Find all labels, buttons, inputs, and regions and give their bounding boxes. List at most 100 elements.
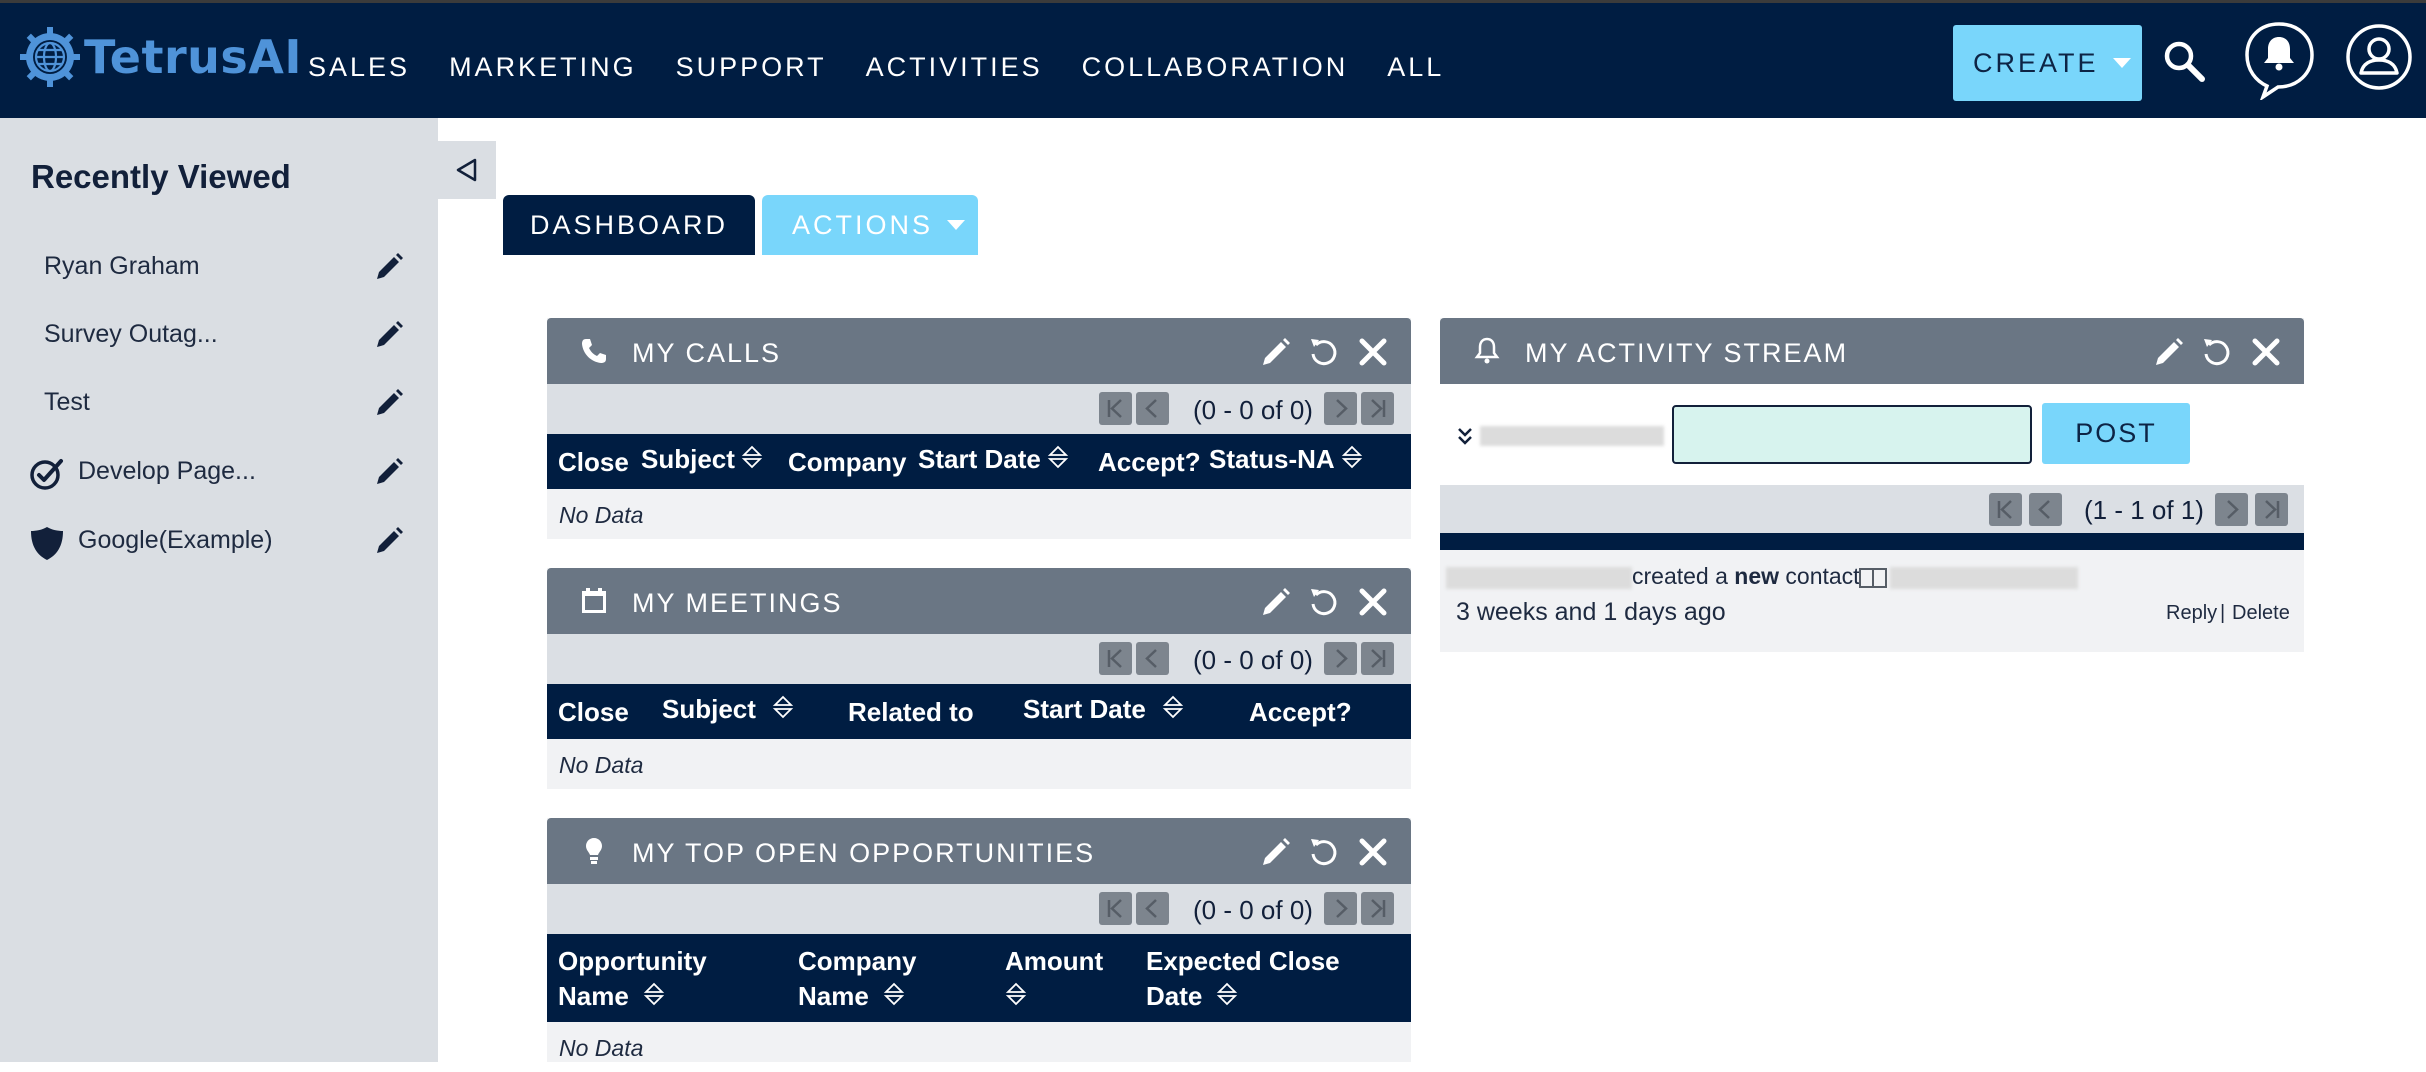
last-page-icon[interactable] — [2255, 493, 2288, 526]
pencil-edit-icon[interactable] — [1260, 586, 1292, 618]
nav-item-all[interactable]: ALL — [1387, 42, 1444, 83]
pencil-edit-icon[interactable] — [374, 457, 404, 487]
last-page-icon[interactable] — [1361, 892, 1394, 925]
next-page-icon[interactable] — [1324, 642, 1357, 675]
refresh-icon[interactable] — [1308, 836, 1340, 868]
tab-actions[interactable]: ACTIONS — [762, 195, 978, 255]
nav-item-sales[interactable]: SALES — [308, 42, 410, 83]
column-header-accept[interactable]: Accept? — [1249, 697, 1352, 728]
pencil-edit-icon[interactable] — [1260, 836, 1292, 868]
column-header-company-name[interactable]: Company Name — [798, 944, 916, 1014]
last-page-icon[interactable] — [1361, 392, 1394, 425]
column-header-subject[interactable]: Subject — [662, 694, 794, 725]
brand-logo[interactable]: TetrusAI — [18, 25, 302, 89]
link-separator: | — [2220, 602, 2226, 624]
first-page-icon[interactable] — [1099, 392, 1132, 425]
column-header-subject[interactable]: Subject — [641, 444, 763, 475]
reply-link[interactable]: Reply — [2166, 602, 2217, 625]
user-profile-icon[interactable] — [2345, 23, 2413, 91]
recent-item-survey-outage[interactable]: Survey Outag... — [0, 306, 438, 366]
search-icon[interactable] — [2162, 39, 2206, 83]
column-label-line1: Amount — [1005, 946, 1104, 976]
column-header-company[interactable]: Company — [788, 447, 906, 478]
column-header-status-na[interactable]: Status-NA — [1209, 444, 1363, 475]
activity-post-input[interactable] — [1672, 405, 2032, 464]
recent-item-google-example[interactable]: Google(Example) — [0, 512, 438, 572]
sort-icon[interactable] — [1005, 981, 1027, 1007]
pencil-edit-icon[interactable] — [374, 252, 404, 282]
lightbulb-icon — [586, 838, 602, 864]
delete-link[interactable]: Delete — [2232, 602, 2290, 625]
close-icon[interactable] — [1357, 836, 1389, 868]
sort-icon[interactable] — [772, 694, 794, 720]
notification-bell-icon[interactable] — [2243, 20, 2316, 100]
dashlet-title: MY MEETINGS — [632, 588, 843, 618]
previous-page-icon[interactable] — [1136, 892, 1169, 925]
tab-dashboard[interactable]: DASHBOARD — [503, 195, 755, 255]
pencil-edit-icon[interactable] — [1260, 336, 1292, 368]
column-header-start-date[interactable]: Start Date — [1023, 694, 1184, 725]
refresh-icon[interactable] — [1308, 336, 1340, 368]
sort-icon[interactable] — [741, 444, 763, 470]
chevron-down-icon — [2112, 58, 2131, 68]
close-icon[interactable] — [1357, 336, 1389, 368]
dashlet-header[interactable]: MY ACTIVITY STREAM — [1440, 318, 2304, 384]
column-header-accept[interactable]: Accept? — [1098, 447, 1201, 478]
pagination-label: (0 - 0 of 0) — [1193, 895, 1313, 925]
nav-item-support[interactable]: SUPPORT — [676, 42, 827, 83]
nav-item-activities[interactable]: ACTIVITIES — [866, 42, 1043, 83]
sort-icon[interactable] — [1216, 981, 1238, 1007]
pencil-edit-icon[interactable] — [374, 320, 404, 350]
next-page-icon[interactable] — [2215, 493, 2248, 526]
close-icon[interactable] — [2250, 336, 2282, 368]
previous-page-icon[interactable] — [1136, 642, 1169, 675]
previous-page-icon[interactable] — [1136, 392, 1169, 425]
double-chevron-down-icon[interactable] — [1456, 426, 1474, 446]
next-page-icon[interactable] — [1324, 392, 1357, 425]
first-page-icon[interactable] — [1099, 892, 1132, 925]
column-header-close[interactable]: Close — [558, 447, 629, 478]
nav-item-marketing[interactable]: MARKETING — [449, 42, 637, 83]
column-header-amount[interactable]: Amount — [1005, 944, 1103, 1014]
refresh-icon[interactable] — [2201, 336, 2233, 368]
recent-item-label[interactable]: Google(Example) — [78, 526, 273, 555]
column-header-close[interactable]: Close — [558, 697, 629, 728]
recent-item-label[interactable]: Survey Outag... — [44, 320, 218, 349]
column-header-start-date[interactable]: Start Date — [918, 444, 1069, 475]
sidebar-collapse-button[interactable] — [438, 141, 496, 199]
next-page-icon[interactable] — [1324, 892, 1357, 925]
recent-item-test[interactable]: Test — [0, 374, 438, 434]
post-button[interactable]: POST — [2042, 403, 2190, 464]
dashlet-header[interactable]: MY MEETINGS — [547, 568, 1411, 634]
sort-icon[interactable] — [883, 981, 905, 1007]
pagination-bar: (0 - 0 of 0) — [547, 384, 1411, 434]
column-header-expected-close-date[interactable]: Expected Close Date — [1146, 944, 1340, 1014]
table-header: Opportunity Name Company Name Amount Exp… — [547, 934, 1411, 1022]
column-header-related-to[interactable]: Related to — [848, 697, 974, 728]
column-header-opportunity-name[interactable]: Opportunity Name — [558, 944, 707, 1014]
pencil-edit-icon[interactable] — [374, 388, 404, 418]
recent-item-label[interactable]: Test — [44, 388, 90, 417]
previous-page-icon[interactable] — [2029, 493, 2062, 526]
dashlet-header[interactable]: MY TOP OPEN OPPORTUNITIES — [547, 818, 1411, 884]
pencil-edit-icon[interactable] — [374, 526, 404, 556]
dashlet-header[interactable]: MY CALLS — [547, 318, 1411, 384]
close-icon[interactable] — [1357, 586, 1389, 618]
first-page-icon[interactable] — [1989, 493, 2022, 526]
sort-icon[interactable] — [643, 981, 665, 1007]
recent-item-label[interactable]: Develop Page... — [78, 457, 256, 486]
refresh-icon[interactable] — [1308, 586, 1340, 618]
nav-item-collaboration[interactable]: COLLABORATION — [1082, 42, 1349, 83]
last-page-icon[interactable] — [1361, 642, 1394, 675]
recent-item-ryan-graham[interactable]: Ryan Graham — [0, 238, 438, 298]
first-page-icon[interactable] — [1099, 642, 1132, 675]
pencil-edit-icon[interactable] — [2153, 336, 2185, 368]
recent-item-label[interactable]: Ryan Graham — [44, 252, 200, 281]
column-label-line1: Opportunity — [558, 946, 707, 976]
create-button[interactable]: CREATE — [1953, 25, 2142, 101]
empty-state: No Data — [547, 739, 1411, 789]
sort-icon[interactable] — [1047, 444, 1069, 470]
recent-item-develop-page[interactable]: Develop Page... — [0, 443, 438, 503]
sort-icon[interactable] — [1341, 444, 1363, 470]
sort-icon[interactable] — [1162, 694, 1184, 720]
